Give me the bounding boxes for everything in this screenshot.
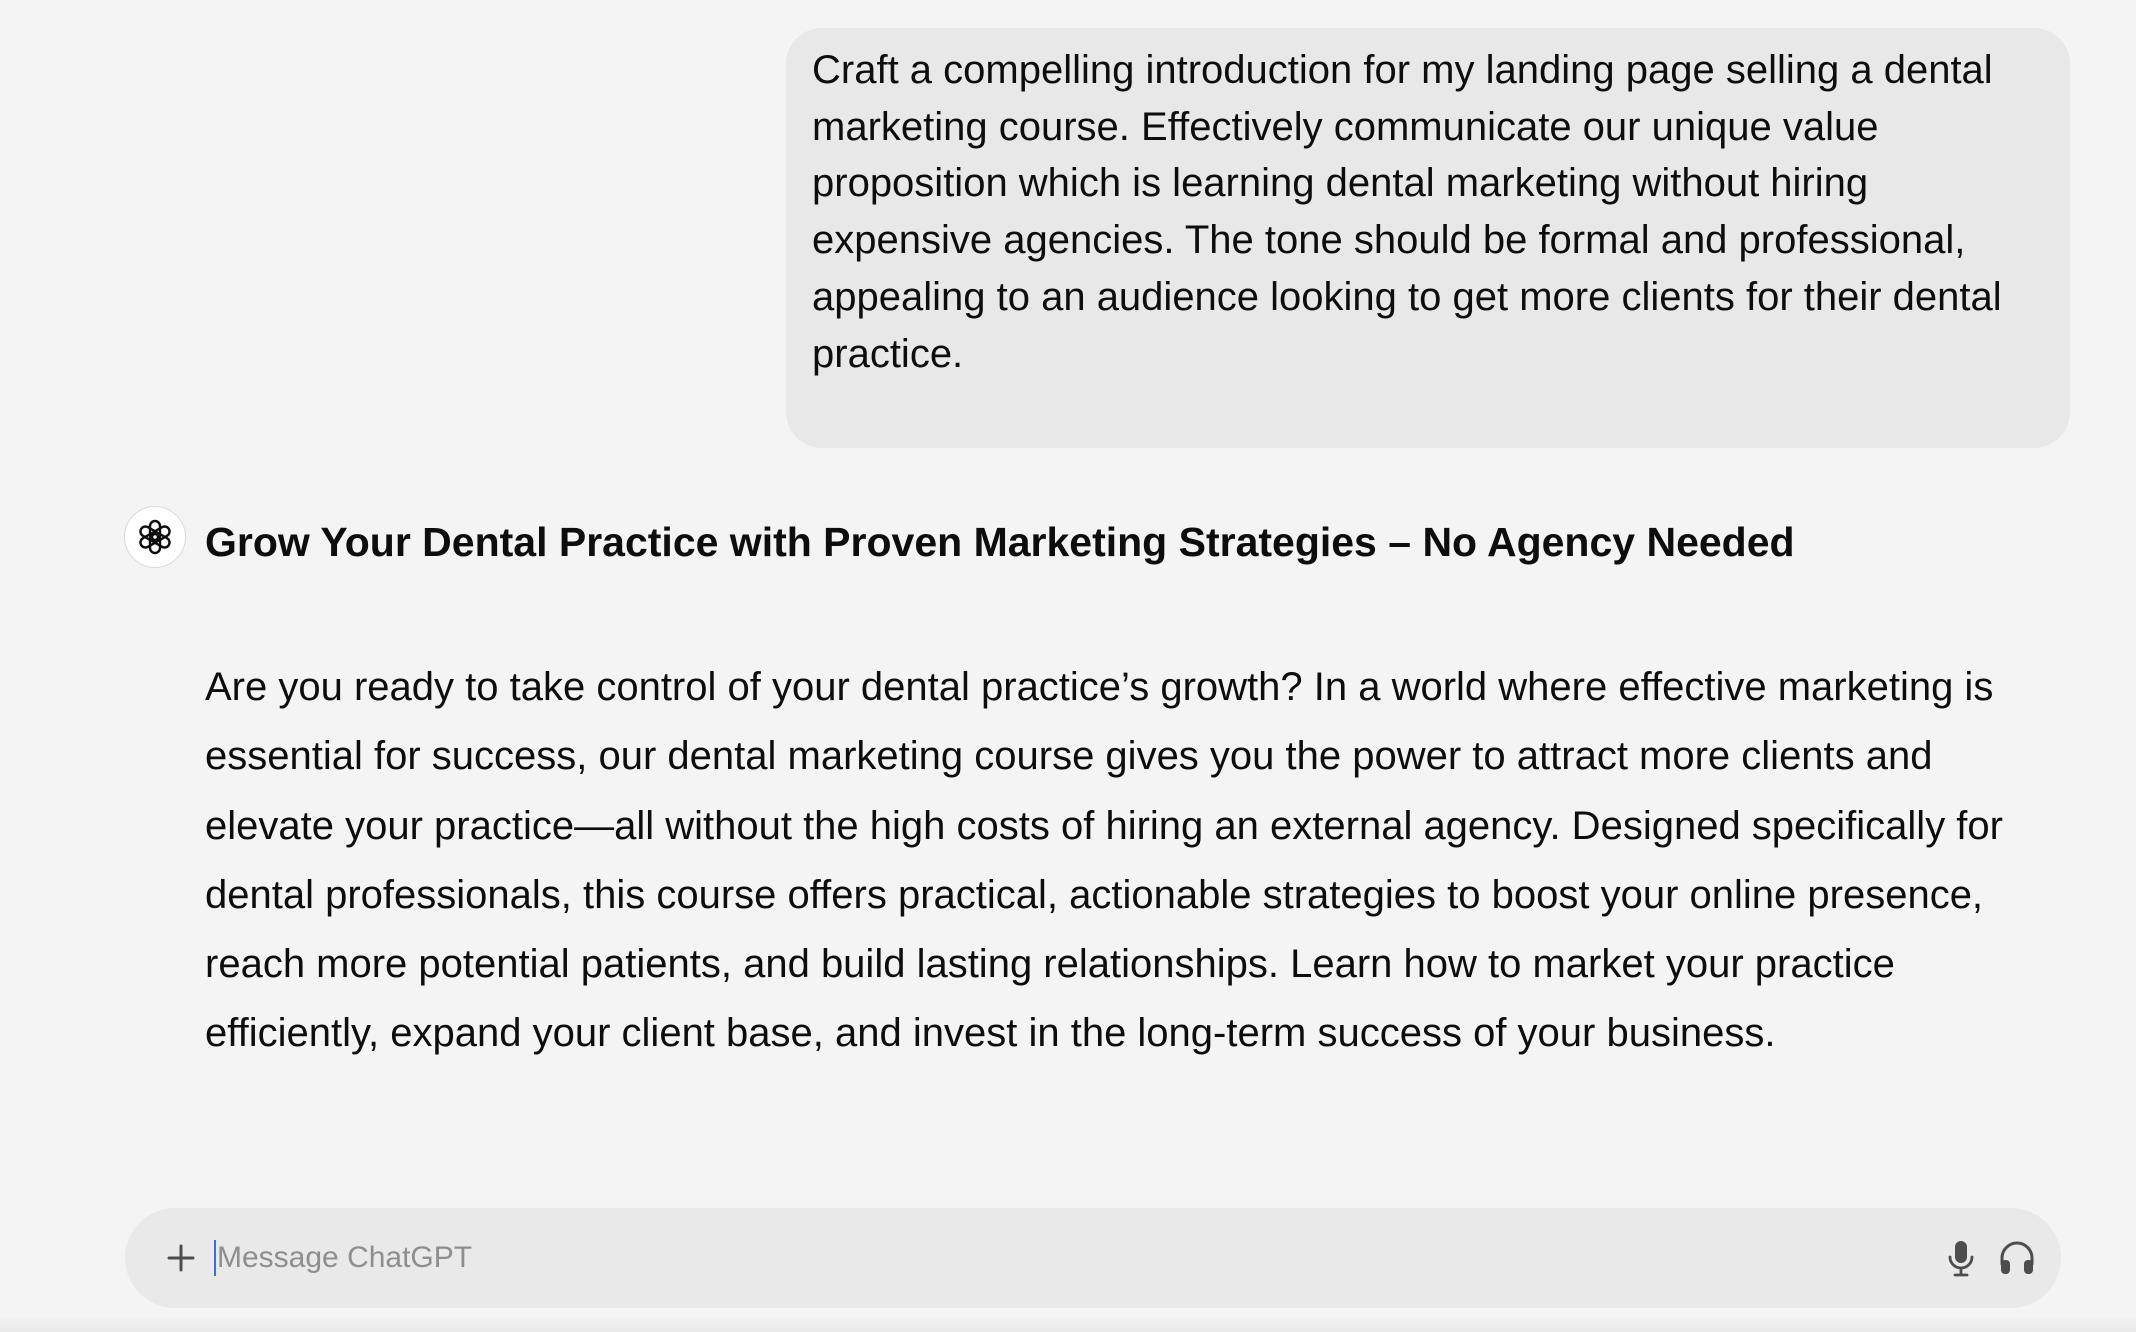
user-message-text: Craft a compelling introduction for my l… <box>812 48 2002 376</box>
voice-input-button[interactable] <box>1935 1232 1987 1284</box>
user-message-bubble: Craft a compelling introduction for my l… <box>786 28 2070 448</box>
openai-logo-icon <box>139 519 171 555</box>
text-caret <box>214 1240 216 1276</box>
message-input[interactable] <box>215 1228 1847 1288</box>
bottom-edge-shade <box>0 1316 2136 1332</box>
plus-icon[interactable] <box>161 1238 201 1278</box>
assistant-avatar <box>124 506 186 568</box>
headphones-icon <box>2000 1241 2034 1274</box>
message-composer <box>125 1208 2061 1308</box>
voice-mode-button[interactable] <box>1991 1232 2043 1284</box>
microphone-icon <box>1948 1241 1974 1277</box>
chat-page: Craft a compelling introduction for my l… <box>0 0 2136 1332</box>
response-body: Are you ready to take control of your de… <box>205 665 2003 1056</box>
response-title: Grow Your Dental Practice with Proven Ma… <box>205 519 1795 565</box>
